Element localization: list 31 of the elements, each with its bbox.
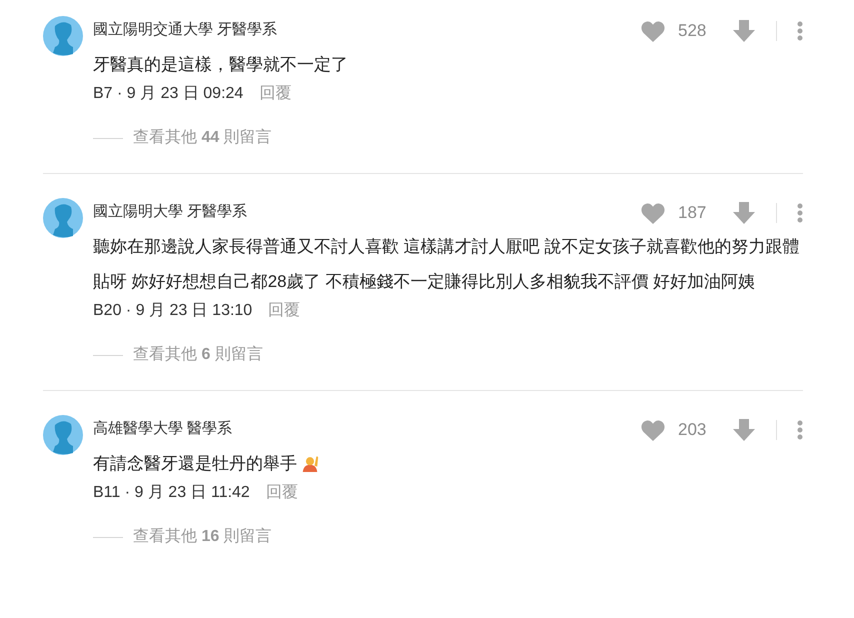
more-options-icon[interactable] [797, 203, 803, 223]
more-options-icon[interactable] [797, 21, 803, 41]
reply-link[interactable]: 回覆 [268, 300, 300, 322]
down-arrow-icon[interactable] [732, 201, 756, 225]
like-count: 528 [678, 20, 708, 42]
avatar-icon [43, 16, 83, 56]
comment-meta: B20 · 9 月 23 日 13:10 [93, 301, 252, 321]
heart-icon[interactable] [640, 20, 666, 42]
comment-meta: B7 · 9 月 23 日 09:24 [93, 84, 244, 104]
view-more-replies-link[interactable]: 查看其他 44 則留言 [133, 127, 272, 149]
down-arrow-icon[interactable] [732, 19, 756, 43]
avatar-icon [43, 198, 83, 238]
author-name: 高雄醫學大學 醫學系 [93, 419, 234, 439]
author-name: 國立陽明交通大學 牙醫學系 [93, 20, 278, 40]
comment-meta: B11 · 9 月 23 日 11:42 [93, 483, 250, 503]
heart-icon[interactable] [640, 202, 666, 224]
like-count: 203 [678, 419, 708, 442]
like-count: 187 [678, 202, 708, 224]
raising-hand-icon [301, 454, 319, 472]
more-options-icon[interactable] [797, 420, 803, 440]
view-more-replies-link[interactable]: 查看其他 16 則留言 [133, 526, 272, 548]
reply-link[interactable]: 回覆 [259, 83, 292, 105]
comment-text: 有請念醫牙還是牡丹的舉手 [93, 446, 319, 481]
view-more-replies-link[interactable]: 查看其他 6 則留言 [133, 344, 263, 366]
reply-link[interactable]: 回覆 [266, 482, 298, 504]
comment-text: 聽妳在那邊說人家長得普通又不討人喜歡 這樣講才討人厭吧 說不定女孩子就喜歡他的努力跟體貼呀 妳好好想想自己都28歲了 不積極錢不一定賺得比別人多相貌我不評價 好好加油阿姨 [93, 236, 800, 293]
heart-icon[interactable] [640, 418, 666, 442]
avatar-icon [43, 415, 83, 455]
author-name: 國立陽明大學 牙醫學系 [93, 202, 248, 222]
down-arrow-icon[interactable] [732, 418, 756, 442]
comment-text: 牙醫真的是這樣，醫學就不一定了 [93, 54, 348, 76]
